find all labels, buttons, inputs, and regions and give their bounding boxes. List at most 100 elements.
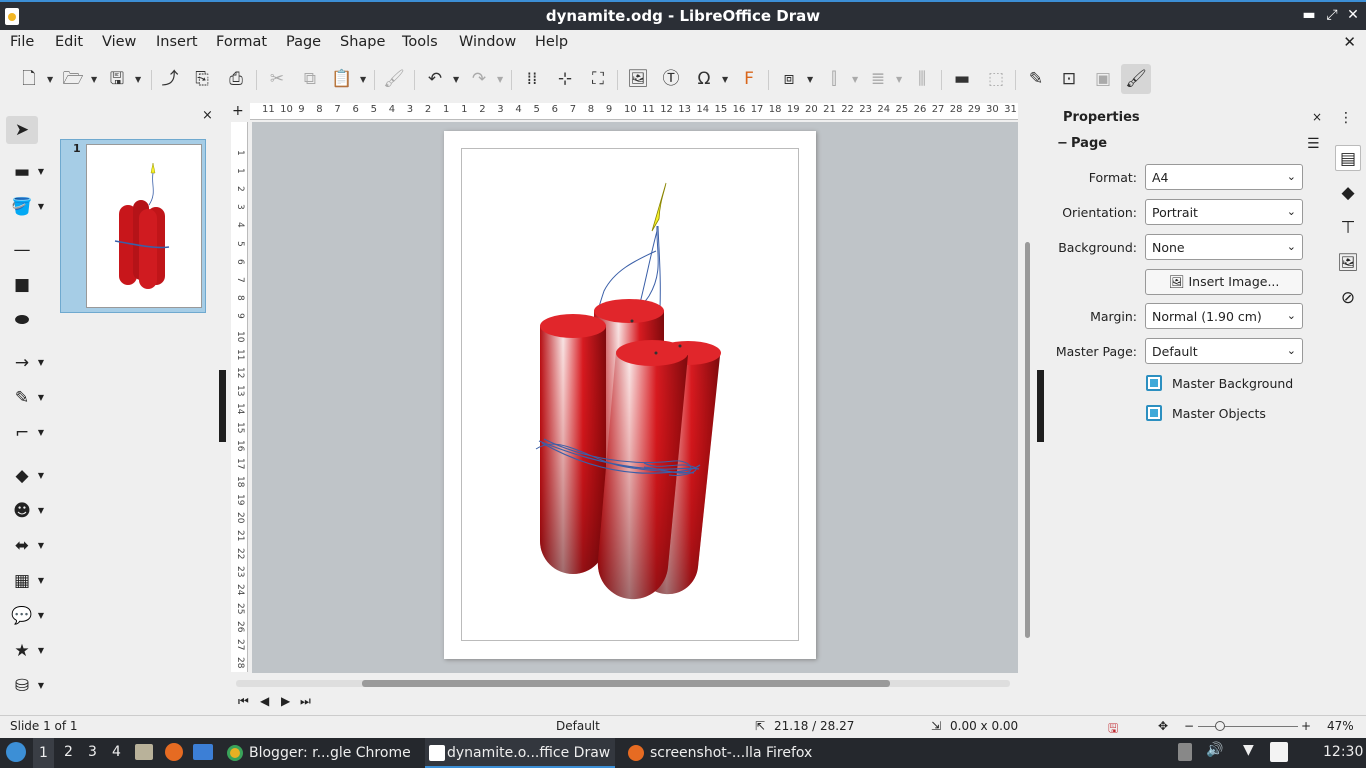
drawing-canvas[interactable] xyxy=(252,122,1018,673)
start-menu-icon[interactable] xyxy=(6,742,26,762)
flowchart-icon[interactable]: ▦ ▼ xyxy=(6,567,44,595)
glue-points-icon[interactable]: ⊡ xyxy=(1057,67,1081,91)
points-icon[interactable]: ✎ xyxy=(1024,67,1048,91)
zoom-slider[interactable] xyxy=(1198,726,1298,727)
export-pdf-icon[interactable]: ⎘ xyxy=(190,67,214,91)
connector-tool-icon[interactable]: ⌐ ▼ xyxy=(6,419,44,447)
page[interactable] xyxy=(444,131,816,659)
align-dropdown[interactable]: ▼ xyxy=(852,75,860,84)
paste-icon[interactable]: 📋 xyxy=(330,67,354,91)
save-icon[interactable]: 🖫 xyxy=(105,67,129,91)
master-page-select[interactable]: Default ⌄ xyxy=(1145,338,1303,364)
special-character-icon[interactable]: Ω xyxy=(692,67,716,91)
navigator-deck-icon[interactable]: ⊘ xyxy=(1335,285,1361,311)
margin-select[interactable]: Normal (1.90 cm) ⌄ xyxy=(1145,303,1303,329)
toggle-extrusion-icon[interactable]: ▣ xyxy=(1091,67,1115,91)
menu-format[interactable]: Format xyxy=(216,34,267,50)
clone-formatting-icon[interactable]: 🖌 xyxy=(382,67,406,91)
zoom-in-button[interactable]: + xyxy=(1301,719,1311,733)
transformations-icon[interactable]: ⧈ xyxy=(777,67,801,91)
insert-image-button[interactable]: 🖼 Insert Image... xyxy=(1145,269,1303,295)
open-icon[interactable]: 🗁 xyxy=(61,67,85,91)
zoom-out-button[interactable]: − xyxy=(1184,719,1194,733)
slides-pane-close-button[interactable]: × xyxy=(202,108,213,123)
arrange-dropdown[interactable]: ▼ xyxy=(896,75,904,84)
notes-icon[interactable] xyxy=(1270,742,1288,762)
undo-dropdown[interactable]: ▼ xyxy=(453,75,461,84)
taskbar-app-chrome[interactable]: Blogger: r...gle Chrome xyxy=(227,738,411,768)
minimize-button[interactable]: ▬ xyxy=(1300,7,1318,23)
paste-dropdown[interactable]: ▼ xyxy=(360,75,368,84)
workspace-2[interactable]: 2 xyxy=(64,744,73,760)
horizontal-ruler[interactable]: 11 10 9 8 7 6 5 4 3 2 1 1 2 3 4 5 6 7 8 9 10 11 12 13 14 15 16 17 18… xyxy=(250,103,1018,120)
close-window-button[interactable]: ✕ xyxy=(1344,7,1362,23)
master-background-checkbox[interactable] xyxy=(1146,375,1162,391)
select-tool-icon[interactable]: ➤ xyxy=(6,116,38,144)
distribute-icon[interactable]: ⫼ xyxy=(910,67,934,91)
line-arrow-tool-icon[interactable]: → ▼ xyxy=(6,349,44,377)
new-dropdown[interactable]: ▼ xyxy=(47,75,55,84)
cut-icon[interactable]: ✂ xyxy=(265,67,289,91)
file-manager-icon[interactable] xyxy=(135,744,153,760)
vertical-scrollbar-thumb[interactable] xyxy=(1025,242,1030,638)
stars-icon[interactable]: ★ ▼ xyxy=(6,637,44,665)
curve-tool-icon[interactable]: ✎ ▼ xyxy=(6,384,44,412)
zoom-level[interactable]: 47% xyxy=(1327,719,1354,733)
shadow-icon[interactable]: ▬ xyxy=(950,67,974,91)
page-section-menu-icon[interactable]: ☰ xyxy=(1307,136,1320,152)
zoom-page-icon[interactable]: ⛶ xyxy=(586,67,610,91)
zoom-slider-knob[interactable] xyxy=(1215,721,1225,731)
save-dropdown[interactable]: ▼ xyxy=(135,75,143,84)
arrange-icon[interactable]: ≣ xyxy=(866,67,890,91)
gallery-deck-icon[interactable]: 🖼 xyxy=(1335,250,1361,276)
callouts-icon[interactable]: 💬 ▼ xyxy=(6,602,44,630)
menu-tools[interactable]: Tools xyxy=(402,34,438,50)
ellipse-tool-icon[interactable]: ⬬ xyxy=(6,306,38,334)
format-select[interactable]: A4 ⌄ xyxy=(1145,164,1303,190)
redo-icon[interactable]: ↷ xyxy=(467,67,491,91)
redo-dropdown[interactable]: ▼ xyxy=(497,75,505,84)
previous-page-icon[interactable]: ◀ xyxy=(260,694,269,708)
menu-window[interactable]: Window xyxy=(459,34,516,50)
insert-textbox-icon[interactable]: Ⓣ xyxy=(659,67,683,91)
menu-page[interactable]: Page xyxy=(286,34,321,50)
dynamite-drawing[interactable] xyxy=(444,131,816,659)
sidebar-close-button[interactable]: × xyxy=(1312,110,1322,124)
copy-icon[interactable]: ⧉ xyxy=(298,67,322,91)
special-character-dropdown[interactable]: ▼ xyxy=(722,75,730,84)
undo-icon[interactable]: ↶ xyxy=(423,67,447,91)
open-dropdown[interactable]: ▼ xyxy=(91,75,99,84)
horizontal-scrollbar[interactable] xyxy=(236,680,1010,687)
menu-shape[interactable]: Shape xyxy=(340,34,385,50)
taskbar-app-draw[interactable]: dynamite.o...ffice Draw xyxy=(425,738,615,768)
sidebar-settings-icon[interactable]: ⋮ xyxy=(1339,110,1353,126)
wifi-icon[interactable]: ▼ xyxy=(1243,742,1254,758)
insert-image-icon[interactable]: 🖼 xyxy=(626,67,650,91)
menu-edit[interactable]: Edit xyxy=(55,34,83,50)
fill-color-icon[interactable]: 🪣 ▼ xyxy=(6,193,44,221)
vertical-scrollbar[interactable] xyxy=(1024,106,1031,666)
rectangle-tool-icon[interactable]: ■ xyxy=(6,271,38,299)
desktop-icon[interactable] xyxy=(193,744,213,760)
print-icon[interactable]: ⎙ xyxy=(224,67,248,91)
vertical-ruler[interactable]: 1 1 2 3 4 5 6 7 8 9 10 11 12 13 14 15 16 17 18 19 20 21 22 23 24… xyxy=(231,122,248,672)
align-icon[interactable]: ⫿ xyxy=(822,67,846,91)
taskbar-app-firefox[interactable]: screenshot-...lla Firefox xyxy=(628,738,812,768)
menu-view[interactable]: View xyxy=(102,34,136,50)
styles-deck-icon[interactable]: ⊤ xyxy=(1335,215,1361,241)
maximize-button[interactable]: ⤢ xyxy=(1323,7,1341,23)
shapes-deck-icon[interactable]: ◆ xyxy=(1335,180,1361,206)
collapse-sidebar-handle[interactable] xyxy=(1037,370,1044,442)
show-draw-functions-icon[interactable]: 🖌 xyxy=(1121,64,1151,94)
collapse-slides-pane-handle[interactable] xyxy=(219,370,226,442)
line-tool-icon[interactable]: — xyxy=(6,236,38,264)
volume-icon[interactable]: 🔊 xyxy=(1206,742,1223,758)
firefox-launcher-icon[interactable] xyxy=(165,743,183,761)
3d-objects-icon[interactable]: ⛁ ▼ xyxy=(6,672,44,700)
first-page-icon[interactable]: ⏮ xyxy=(238,694,249,709)
menu-insert[interactable]: Insert xyxy=(156,34,198,50)
next-page-icon[interactable]: ▶ xyxy=(281,694,290,708)
horizontal-scrollbar-thumb[interactable] xyxy=(362,680,890,687)
symbol-shapes-icon[interactable]: ☻ ▼ xyxy=(6,497,44,525)
basic-shapes-icon[interactable]: ◆ ▼ xyxy=(6,462,44,490)
